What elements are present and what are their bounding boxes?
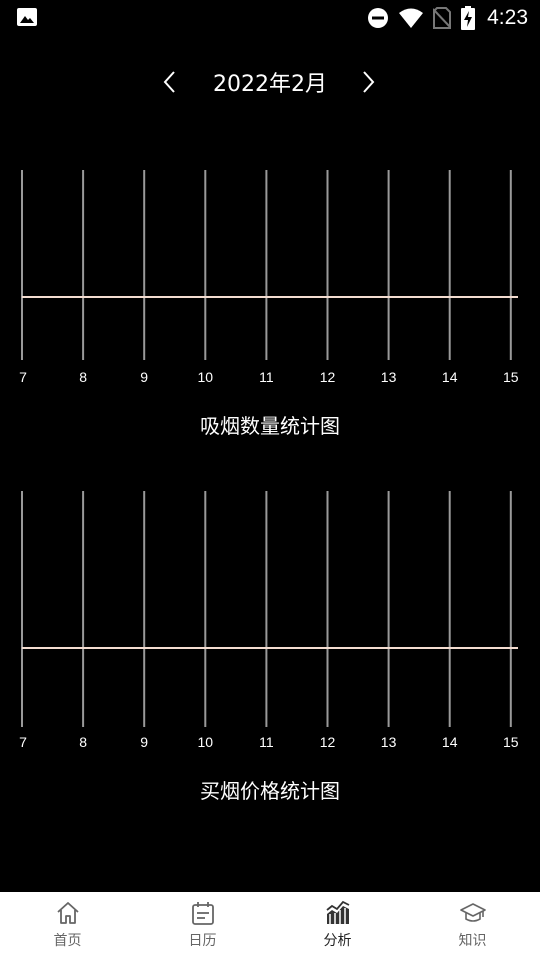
data-point xyxy=(449,647,451,649)
nav-label-knowledge: 知识 xyxy=(458,933,487,949)
gallery-icon xyxy=(17,8,37,26)
data-point xyxy=(21,647,23,649)
data-point xyxy=(265,296,267,298)
nav-item-calendar[interactable]: 日历 xyxy=(135,892,270,960)
nav-item-knowledge[interactable]: 知识 xyxy=(405,892,540,960)
x-tick-label: 13 xyxy=(381,734,397,750)
x-tick-label: 15 xyxy=(503,734,519,750)
x-tick-label: 15 xyxy=(503,369,519,385)
data-point xyxy=(82,296,84,298)
nav-label-home: 首页 xyxy=(53,933,82,949)
data-point xyxy=(265,647,267,649)
smoking-count-chart-title: 吸烟数量统计图 xyxy=(200,414,340,438)
x-tick-label: 8 xyxy=(79,734,87,750)
x-tick-label: 10 xyxy=(198,369,214,385)
data-point xyxy=(510,296,512,298)
x-tick-label: 14 xyxy=(442,734,458,750)
x-tick-label: 11 xyxy=(259,369,274,385)
data-point xyxy=(21,296,23,298)
smoking-count-chart: 7 8 9 10 11 12 13 14 15 xyxy=(0,160,540,390)
do-not-disturb-icon xyxy=(368,8,389,28)
nav-item-home[interactable]: 首页 xyxy=(0,892,135,960)
x-tick-label: 12 xyxy=(320,734,336,750)
data-point xyxy=(449,296,451,298)
x-tick-label: 7 xyxy=(19,369,27,385)
x-tick-label: 7 xyxy=(19,734,27,750)
data-point xyxy=(143,647,145,649)
data-point xyxy=(327,296,328,298)
chevron-right-icon[interactable] xyxy=(354,68,382,96)
x-tick-label: 14 xyxy=(442,369,458,385)
no-sim-icon xyxy=(433,7,452,29)
month-title: 2022年2月 xyxy=(213,72,327,97)
data-point xyxy=(388,647,390,649)
cigarette-price-chart-svg: 7 8 9 10 11 12 13 14 15 xyxy=(19,491,519,750)
x-tick-label: 12 xyxy=(320,369,336,385)
data-point xyxy=(388,296,390,298)
x-tick-label: 8 xyxy=(79,369,87,385)
x-tick-label: 9 xyxy=(140,734,148,750)
bottom-navigation: 首页 日历 分析 知识 xyxy=(0,892,540,960)
nav-item-analysis[interactable]: 分析 xyxy=(270,892,405,960)
x-tick-label: 11 xyxy=(259,734,274,750)
data-point xyxy=(82,647,84,649)
data-point xyxy=(327,647,328,649)
calendar-icon xyxy=(191,902,214,925)
month-navigator: 2022年2月 xyxy=(0,62,540,102)
wifi-icon xyxy=(399,8,424,28)
data-point xyxy=(510,647,512,649)
nav-label-calendar: 日历 xyxy=(188,933,217,949)
x-tick-label: 9 xyxy=(140,369,148,385)
cigarette-price-chart: 7 8 9 10 11 12 13 14 15 xyxy=(0,482,540,754)
status-time: 4:23 xyxy=(487,6,528,29)
nav-label-analysis: 分析 xyxy=(323,933,352,949)
x-tick-label: 13 xyxy=(381,369,397,385)
home-icon xyxy=(56,902,79,924)
analysis-chart-icon xyxy=(325,900,349,924)
x-tick-label: 10 xyxy=(198,734,214,750)
battery-charging-icon xyxy=(461,6,476,30)
data-point xyxy=(204,296,206,298)
data-point xyxy=(204,647,206,649)
graduation-cap-icon xyxy=(459,903,486,922)
cigarette-price-chart-title: 买烟价格统计图 xyxy=(200,779,340,803)
data-point xyxy=(143,296,145,298)
smoking-count-chart-svg: 7 8 9 10 11 12 13 14 15 xyxy=(19,170,519,385)
status-bar: 4:23 xyxy=(0,0,540,36)
